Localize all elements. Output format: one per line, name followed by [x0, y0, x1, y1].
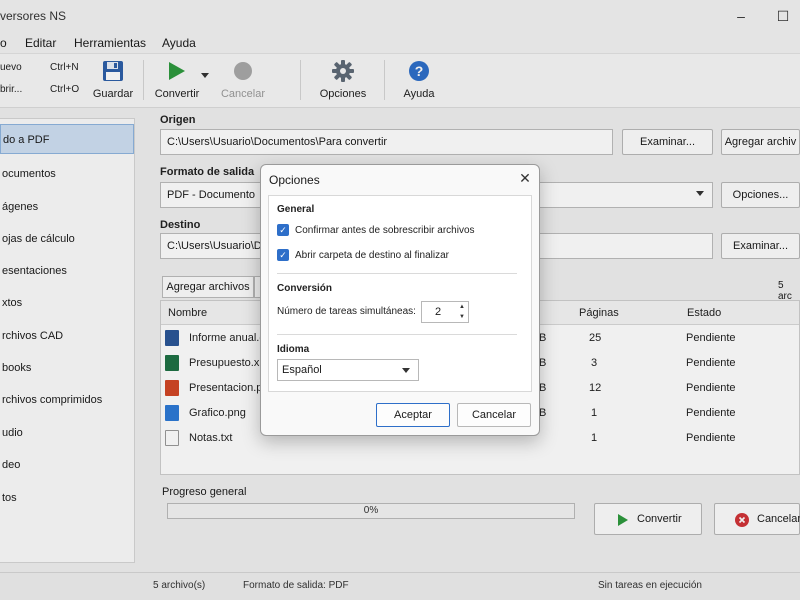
- accept-button[interactable]: Aceptar: [376, 403, 450, 427]
- options-dialog: Opciones ✕ General ✓ Confirmar antes de …: [260, 164, 540, 436]
- language-select[interactable]: Español: [277, 359, 419, 381]
- dialog-cancel-button[interactable]: Cancelar: [457, 403, 531, 427]
- tasks-value[interactable]: 2: [422, 306, 454, 318]
- language-value: Español: [282, 364, 322, 376]
- tasks-stepper[interactable]: 2 ▲ ▼: [421, 301, 469, 323]
- divider: [277, 334, 517, 335]
- dialog-title: Opciones: [269, 173, 320, 187]
- overwrite-label: Confirmar antes de sobrescribir archivos: [295, 225, 475, 236]
- open-folder-checkbox[interactable]: ✓: [277, 249, 289, 261]
- chevron-down-icon: [402, 368, 410, 373]
- stepper-down-icon[interactable]: ▼: [455, 312, 469, 322]
- close-icon[interactable]: ✕: [517, 170, 533, 186]
- conversion-heading: Conversión: [277, 283, 333, 294]
- overwrite-checkbox[interactable]: ✓: [277, 224, 289, 236]
- open-folder-label: Abrir carpeta de destino al finalizar: [295, 250, 449, 261]
- divider: [277, 273, 517, 274]
- general-heading: General: [277, 204, 315, 215]
- options-panel: General ✓ Confirmar antes de sobrescribi…: [268, 195, 532, 392]
- stepper-up-icon[interactable]: ▲: [455, 302, 469, 312]
- tasks-label: Número de tareas simultáneas:: [277, 306, 416, 317]
- language-heading: Idioma: [277, 344, 310, 355]
